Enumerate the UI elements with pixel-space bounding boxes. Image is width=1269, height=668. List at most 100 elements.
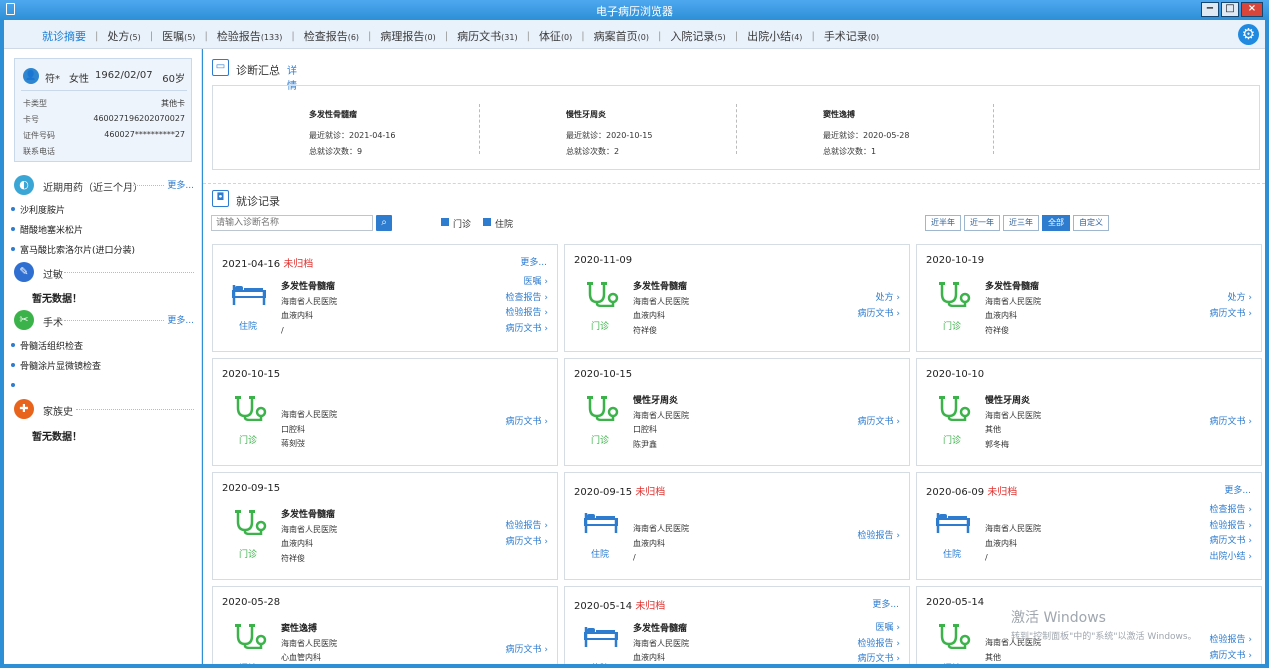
visit-link[interactable]: 处方 › — [1210, 291, 1252, 307]
maximize-button[interactable]: □ — [1221, 2, 1239, 17]
visit-link[interactable]: 病历文书 › — [1210, 534, 1252, 550]
meds-more-link[interactable]: 更多... — [164, 178, 194, 191]
visit-link[interactable]: 处方 › — [858, 291, 900, 307]
visit-links: 病历文书 › — [506, 415, 548, 431]
scalpel-icon: ✂ — [14, 310, 34, 330]
tab-6[interactable]: 病历文书(31) — [457, 28, 517, 44]
search-icon[interactable]: ⌕ — [376, 215, 392, 231]
visit-card[interactable]: 2020-10-19 门诊 多发性骨髓瘤 海南省人民医院 血液内科 符祥俊 处方 › 病历文… — [916, 244, 1262, 352]
tab-nav: 就诊摘要 | 处方(5) | 医嘱(5) | 检验报告(133) | 检查报告(6) | 病理报告(… — [4, 20, 1265, 49]
visit-card[interactable]: 2020-09-15 门诊 多发性骨髓瘤 海南省人民医院 血液内科 符祥俊 检验报告 › 病… — [212, 472, 558, 580]
visit-hospital: 海南省人民医院 — [281, 296, 337, 306]
card-more-link[interactable]: 更多... — [520, 255, 547, 268]
visit-link[interactable]: 病历文书 › — [1210, 307, 1252, 323]
visit-links: 检查报告 › 检验报告 › 病历文书 › 出院小结 › — [1210, 503, 1252, 565]
visit-dept: 口腔科 — [633, 425, 657, 434]
patient-field-row: 卡号 460027196202070027 — [23, 114, 185, 124]
tab-10[interactable]: 出院小结(4) — [747, 28, 802, 44]
range-button[interactable]: 近三年 — [1003, 215, 1039, 231]
visit-links: 医嘱 › 检验报告 › 病历文书 › — [858, 621, 900, 668]
visit-link[interactable]: 检验报告 › — [506, 306, 548, 322]
gear-icon[interactable]: ⚙ — [1238, 24, 1259, 45]
visit-dept: 其他 — [985, 425, 1001, 434]
tab-2[interactable]: 医嘱(5) — [162, 28, 195, 44]
tab-9[interactable]: 入院记录(5) — [670, 28, 725, 44]
visit-date: 2020-10-15 — [574, 369, 633, 380]
visit-card[interactable]: 2020-10-10 门诊 慢性牙周炎 海南省人民医院 其他 郭冬梅 病历文书 › — [916, 358, 1262, 466]
close-button[interactable]: × — [1241, 2, 1263, 17]
visit-link[interactable]: 检验报告 › — [506, 519, 548, 535]
patient-field-row: 证件号码 460027**********27 — [23, 130, 185, 140]
visit-type: 门诊 — [239, 550, 258, 560]
pill-icon: ◐ — [14, 175, 34, 195]
diagnosis-item[interactable]: 窦性逸搏 最近就诊：2020-05-28 总就诊次数：1 — [823, 109, 1063, 157]
visit-link[interactable]: 病历文书 › — [858, 307, 900, 323]
visit-dept: 血液内科 — [281, 311, 313, 320]
visit-card[interactable]: 2020-10-15 门诊 海南省人民医院 口腔科 蒋刻弢 病历文书 › — [212, 358, 558, 466]
visit-link[interactable]: 病历文书 › — [506, 415, 548, 431]
visit-link[interactable]: 病历文书 › — [858, 415, 900, 431]
tab-separator: | — [204, 30, 208, 42]
range-button[interactable]: 自定义 — [1073, 215, 1109, 231]
range-button[interactable]: 全部 — [1042, 215, 1070, 231]
visit-info: 海南省人民医院 口腔科 蒋刻弢 — [281, 394, 337, 452]
visit-card[interactable]: 2021-04-16 未归档 更多... 住院 多发性骨髓瘤 海南省人民医院 血液内科 / 医… — [212, 244, 558, 352]
stethoscope-icon — [935, 395, 971, 422]
visit-link[interactable]: 检查报告 › — [1210, 503, 1252, 519]
visit-links: 病历文书 › — [1210, 415, 1252, 431]
visit-link[interactable]: 病历文书 › — [1210, 649, 1252, 665]
visit-hospital: 海南省人民医院 — [281, 410, 337, 419]
range-button[interactable]: 近半年 — [925, 215, 961, 231]
visit-card[interactable]: 2020-10-15 门诊 慢性牙周炎 海南省人民医院 口腔科 陈尹鑫 病历文书 › — [564, 358, 910, 466]
visit-date: 2020-10-15 — [222, 369, 281, 380]
visit-hospital: 海南省人民医院 — [985, 410, 1041, 420]
visit-dept: 口腔科 — [281, 424, 305, 434]
allergy-icon: ✎ — [14, 262, 34, 282]
card-more-link[interactable]: 更多... — [1224, 483, 1251, 496]
visit-link[interactable]: 检查报告 › — [506, 291, 548, 307]
visit-links: 检验报告 › 病历文书 › — [506, 519, 548, 550]
list-item: 骨髓活组织检查 — [10, 339, 83, 352]
visit-link[interactable]: 出院小结 › — [1210, 550, 1252, 566]
visit-link[interactable]: 医嘱 › — [858, 621, 900, 637]
visit-card[interactable]: 2020-11-09 门诊 多发性骨髓瘤 海南省人民医院 血液内科 符祥俊 处方 › 病历文… — [564, 244, 910, 352]
visit-link[interactable]: 检验报告 › — [1210, 633, 1252, 649]
visit-link[interactable]: 病历文书 › — [506, 643, 548, 659]
minimize-button[interactable]: − — [1201, 2, 1219, 17]
visit-link[interactable]: 检验报告 › — [858, 637, 900, 653]
visit-dept: 血液内科 — [985, 311, 1017, 320]
diagnosis-item[interactable]: 多发性骨髓瘤 最近就诊：2021-04-16 总就诊次数：9 — [309, 109, 549, 157]
visit-card[interactable]: 2020-05-14 未归档更多...住院多发性骨髓瘤海南省人民医院血液内科医嘱… — [564, 586, 910, 668]
visit-link[interactable]: 病历文书 › — [506, 322, 548, 338]
card-more-link[interactable]: 更多... — [872, 597, 899, 610]
visit-hospital: 海南省人民医院 — [633, 410, 689, 420]
tab-11[interactable]: 手术记录(0) — [824, 28, 879, 44]
visit-link[interactable]: 病历文书 › — [1210, 415, 1252, 431]
surgery-more-link[interactable]: 更多... — [164, 313, 194, 326]
tab-3[interactable]: 检验报告(133) — [217, 28, 283, 44]
window-titlebar: 电子病历浏览器 − □ × — [0, 0, 1269, 20]
visit-link[interactable]: 检验报告 › — [858, 529, 900, 545]
diagnosis-item[interactable]: 慢性牙周炎 最近就诊：2020-10-15 总就诊次数：2 — [566, 109, 806, 157]
tab-1[interactable]: 处方(5) — [107, 28, 140, 44]
stethoscope-icon — [935, 281, 971, 308]
hospital-bed-icon — [583, 623, 619, 649]
visit-date: 2020-09-15 — [222, 483, 281, 494]
visit-card[interactable]: 2020-09-15 未归档 住院 海南省人民医院 血液内科 / 检验报告 › — [564, 472, 910, 580]
range-button[interactable]: 近一年 — [964, 215, 1000, 231]
tab-7[interactable]: 体征(0) — [539, 28, 572, 44]
visit-dept: 血液内科 — [281, 539, 313, 548]
monitor-icon: ▭ — [212, 59, 229, 76]
visit-link[interactable]: 医嘱 › — [506, 275, 548, 291]
tab-5[interactable]: 病理报告(0) — [380, 28, 435, 44]
tab-4[interactable]: 检查报告(6) — [304, 28, 359, 44]
unarchived-badge: 未归档 — [987, 487, 1018, 498]
visit-card[interactable]: 2020-05-28 门诊窦性逸搏海南省人民医院心血管内科病历文书 › — [212, 586, 558, 668]
visit-link[interactable]: 病历文书 › — [506, 535, 548, 551]
tab-0[interactable]: 就诊摘要 — [42, 28, 86, 44]
tab-8[interactable]: 病案首页(0) — [594, 28, 649, 44]
visit-link[interactable]: 检验报告 › — [1210, 519, 1252, 535]
empty-message: 暂无数据！ — [32, 432, 82, 443]
visit-card[interactable]: 2020-06-09 未归档 更多... 住院 海南省人民医院 血液内科 / 检查报告 › 检… — [916, 472, 1262, 580]
search-input[interactable] — [211, 215, 373, 231]
